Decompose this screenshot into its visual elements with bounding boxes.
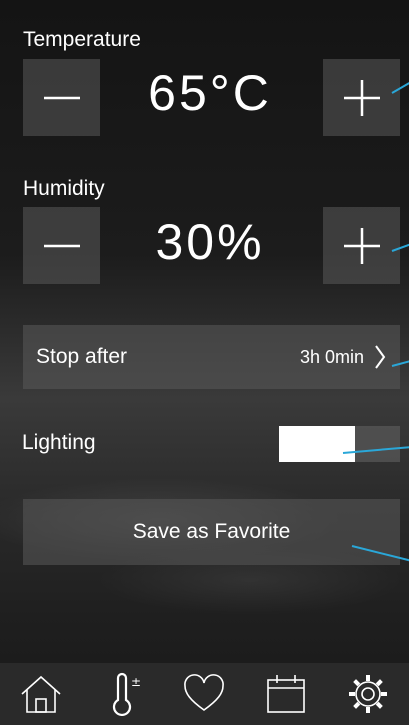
lighting-slider[interactable]	[279, 426, 400, 462]
bottom-navigation: ±	[0, 663, 409, 725]
temperature-label: Temperature	[23, 28, 141, 51]
nav-climate[interactable]: ±	[93, 664, 153, 724]
heart-icon	[184, 674, 225, 711]
temperature-decrease-button[interactable]	[23, 59, 100, 136]
humidity-increase-button[interactable]	[323, 207, 400, 284]
nav-home[interactable]	[11, 664, 71, 724]
stop-after-value: 3h 0min	[299, 346, 364, 367]
temperature-value: 65°C	[148, 65, 272, 121]
save-favorite-label: Save as Favorite	[132, 520, 291, 543]
nav-settings[interactable]	[338, 664, 398, 724]
humidity-decrease-button[interactable]	[23, 207, 100, 284]
home-icon	[21, 675, 61, 713]
svg-text:±: ±	[131, 675, 141, 689]
stop-after-label: Stop after	[36, 345, 128, 368]
temperature-increase-button[interactable]	[323, 59, 400, 136]
stop-after-button[interactable]: Stop after 3h 0min	[23, 325, 400, 389]
nav-schedule[interactable]	[256, 664, 316, 724]
humidity-value: 30%	[155, 214, 265, 270]
minus-icon	[43, 244, 80, 247]
plus-icon	[343, 227, 380, 264]
settings-icon	[349, 675, 388, 713]
lighting-label: Lighting	[22, 431, 96, 454]
nav-favorites[interactable]	[174, 664, 234, 724]
lighting-slider-fill	[279, 426, 356, 462]
plus-icon	[343, 79, 380, 116]
thermometer-icon: ±	[112, 672, 141, 716]
calendar-icon	[267, 675, 306, 713]
chevron-right-icon	[375, 345, 386, 369]
save-favorite-button[interactable]: Save as Favorite	[23, 499, 400, 565]
humidity-label: Humidity	[23, 177, 105, 200]
minus-icon	[43, 96, 80, 99]
